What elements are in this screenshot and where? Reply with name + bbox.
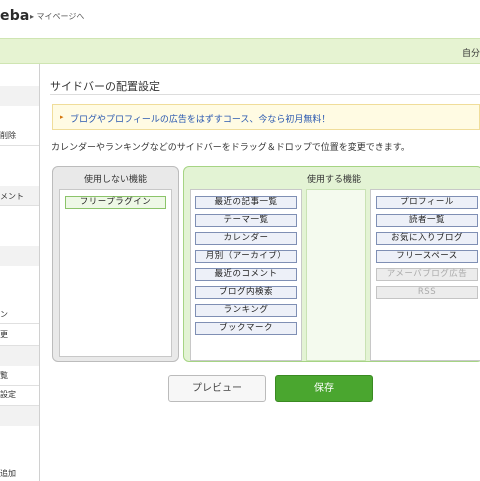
widget-bookmark[interactable]: ブックマーク	[195, 322, 297, 335]
sidebar-item-n[interactable]: ン	[0, 306, 39, 324]
sidebar-item-settings[interactable]: 設定	[0, 386, 39, 406]
widget-reader-list[interactable]: 読者一覧	[376, 214, 478, 227]
widget-free-plugin[interactable]: フリープラグイン	[65, 196, 166, 209]
sidebar-column-right[interactable]: プロフィール 読者一覧 お気に入りブログ フリースペース アメーバブログ広告 R…	[370, 189, 480, 361]
save-button[interactable]: 保存	[275, 375, 373, 402]
sidebar-column-left[interactable]: 最近の記事一覧 テーマ一覧 カレンダー 月別（アーカイブ） 最近のコメント ブロ…	[190, 189, 302, 361]
sidebar-item-delete[interactable]: 削除	[0, 126, 39, 146]
widget-rss: RSS	[376, 286, 478, 299]
used-panel-heading: 使用する機能	[306, 175, 361, 185]
widget-ranking[interactable]: ランキング	[195, 304, 297, 317]
header-band: 自分	[0, 38, 480, 64]
widget-favorite-blogs[interactable]: お気に入りブログ	[376, 232, 478, 245]
unused-widgets-panel: 使用しない機能 フリープラグイン	[52, 166, 179, 362]
main-content-column	[306, 189, 366, 361]
widget-monthly-archive[interactable]: 月別（アーカイブ）	[195, 250, 297, 263]
used-widgets-panel: 使用する機能 最近の記事一覧 テーマ一覧 カレンダー 月別（アーカイブ） 最近の…	[183, 166, 480, 362]
widget-theme-list[interactable]: テーマ一覧	[195, 214, 297, 227]
unused-panel-heading: 使用しない機能	[83, 175, 147, 185]
sidebar-item-add[interactable]: 追加	[0, 468, 39, 481]
instruction-text: カレンダーやランキングなどのサイドバーをドラッグ＆ドロップで位置を変更できます。	[51, 143, 410, 153]
promo-link[interactable]: ブログやプロフィールの広告をはずすコース、今なら初月無料！	[70, 112, 330, 125]
title-divider	[50, 94, 480, 95]
widget-ameba-ad: アメーバブログ広告	[376, 268, 478, 281]
widget-calendar[interactable]: カレンダー	[195, 232, 297, 245]
arrow-right-icon: ▸	[60, 113, 64, 121]
sidebar-section-band	[0, 406, 39, 426]
widget-recent-comments[interactable]: 最近のコメント	[195, 268, 297, 281]
widget-blog-search[interactable]: ブログ内検索	[195, 286, 297, 299]
sidebar-item-comment[interactable]: メント	[0, 188, 39, 206]
unused-drop-zone[interactable]: フリープラグイン	[59, 189, 172, 357]
widget-profile[interactable]: プロフィール	[376, 196, 478, 209]
promo-notice: ▸ ブログやプロフィールの広告をはずすコース、今なら初月無料！	[52, 104, 480, 130]
site-logo[interactable]: eba	[0, 8, 30, 24]
preview-button[interactable]: プレビュー	[168, 375, 266, 402]
sidebar-section-band	[0, 86, 39, 106]
page-title: サイドバーの配置設定	[50, 80, 160, 93]
mypage-link[interactable]: ▸ マイページへ	[30, 11, 84, 22]
sidebar-item-list[interactable]: 覧	[0, 366, 39, 386]
top-header: eba ▸ マイページへ	[0, 0, 480, 38]
widget-free-space[interactable]: フリースペース	[376, 250, 478, 263]
widget-recent-articles[interactable]: 最近の記事一覧	[195, 196, 297, 209]
sidebar-section-band	[0, 246, 39, 266]
left-sidebar: 削除 メント ン 更 覧 設定 追加	[0, 64, 40, 481]
sidebar-section-band	[0, 346, 39, 366]
header-right-text[interactable]: 自分	[462, 46, 480, 59]
sidebar-item-change[interactable]: 更	[0, 326, 39, 346]
